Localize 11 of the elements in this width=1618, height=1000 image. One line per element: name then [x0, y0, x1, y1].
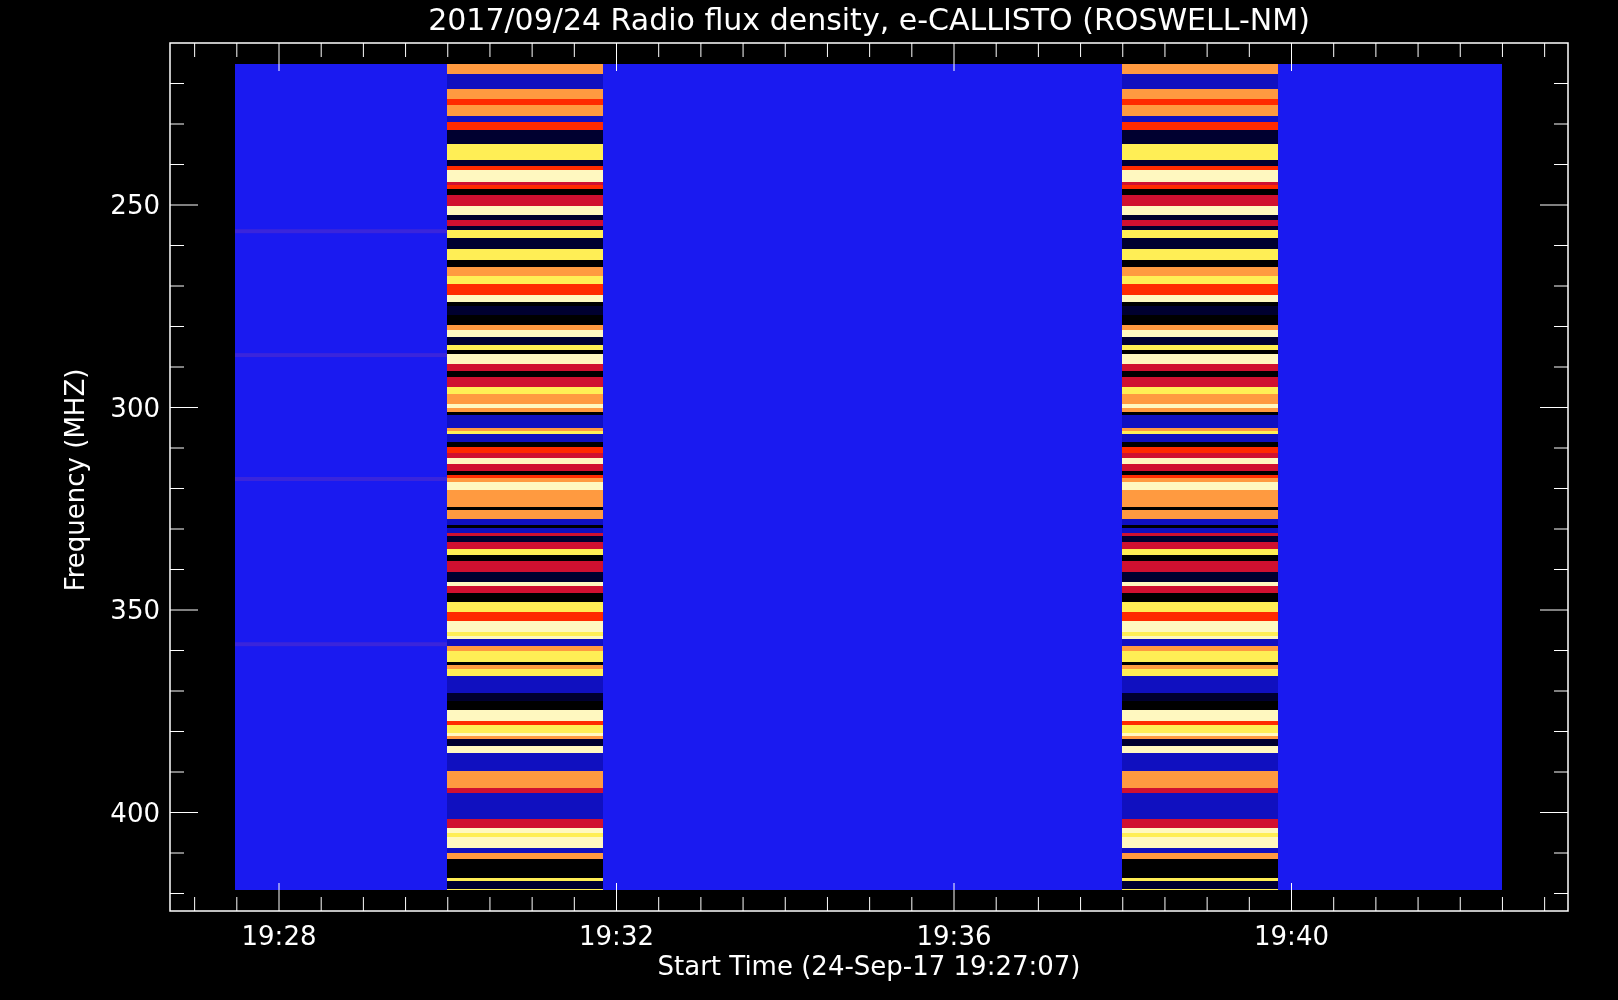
- x-tick-label: 19:32: [579, 921, 654, 951]
- y-axis-label: Frequency (MHZ): [60, 368, 90, 592]
- chart-title: 2017/09/24 Radio flux density, e-CALLISTO (ROSWELL-NM): [428, 2, 1310, 37]
- x-axis-label: Start Time (24-Sep-17 19:27:07): [657, 951, 1081, 981]
- x-tick-label: 19:28: [241, 921, 317, 951]
- y-tick-label: 400: [110, 797, 160, 828]
- y-tick-label: 350: [110, 595, 160, 625]
- y-tick-label: 300: [110, 392, 160, 423]
- y-tick-label: 250: [110, 190, 160, 220]
- x-tick-label: 19:36: [916, 921, 992, 951]
- x-tick-label: 19:40: [1254, 921, 1329, 951]
